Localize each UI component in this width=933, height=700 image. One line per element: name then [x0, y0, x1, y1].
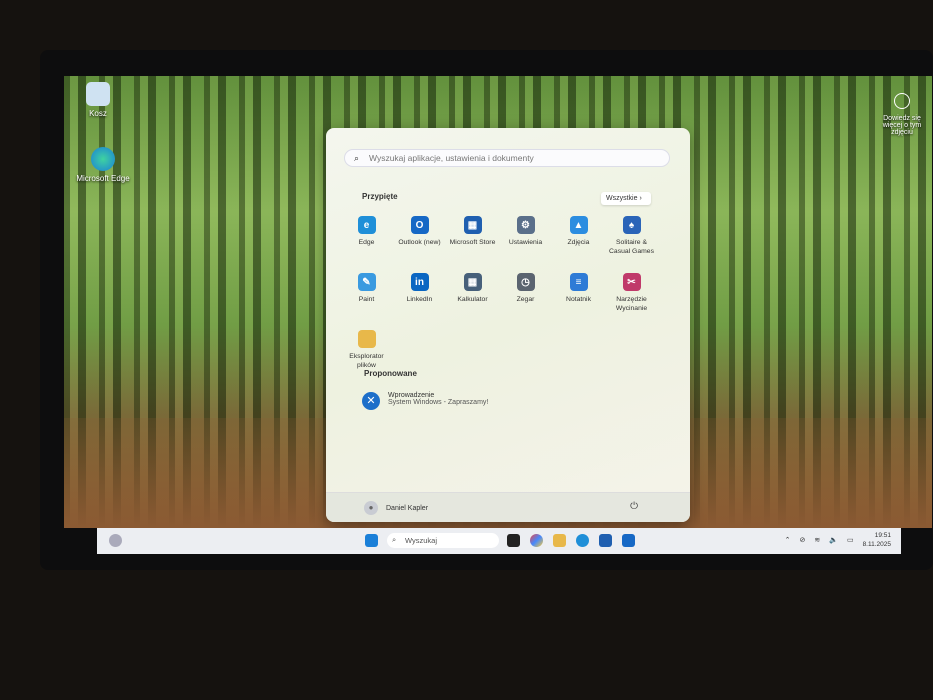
pinned-app-label: Notatnik — [566, 296, 591, 303]
pinned-app-label: Edge — [358, 239, 375, 246]
pinned-app[interactable]: in LinkedIn — [393, 273, 446, 318]
pinned-app-label: Eksplorator plików — [349, 353, 384, 369]
camera-icon — [894, 93, 910, 109]
avatar: ● — [364, 501, 378, 515]
pinned-app[interactable]: e Edge — [340, 216, 393, 261]
pinned-app[interactable]: ⚙ Ustawienia — [499, 216, 552, 261]
task-view-icon[interactable] — [507, 534, 520, 547]
paint-icon: ✎ — [357, 273, 376, 291]
no-sync-icon[interactable]: ⊘ — [799, 536, 805, 544]
pinned-app-label: Outlook (new) — [398, 239, 441, 246]
recommended-item[interactable]: ✕ Wprowadzenie System Windows - Zaprasza… — [362, 392, 488, 410]
taskbar-search-label: Wyszukaj — [405, 536, 438, 545]
desktop-icon-recycle-bin[interactable]: Kosz — [68, 82, 128, 118]
photos-icon: ▲ — [569, 216, 588, 234]
pinned-app-label: LinkedIn — [406, 296, 433, 303]
desktop-icon-label: Kosz — [89, 109, 107, 118]
store-icon[interactable] — [599, 534, 612, 547]
date: 8.11.2025 — [862, 541, 891, 548]
pinned-app[interactable]: ▲ Zdjęcia — [552, 216, 605, 261]
copilot-icon[interactable] — [530, 534, 543, 547]
pinned-app[interactable]: ≡ Notatnik — [552, 273, 605, 318]
calculator-icon: ▦ — [463, 273, 482, 291]
power-button[interactable]: ⏻ — [630, 501, 638, 512]
recommended-title: Wprowadzenie — [388, 392, 435, 399]
outlook-icon: O — [410, 216, 429, 234]
pinned-app[interactable]: ▦ Microsoft Store — [446, 216, 499, 261]
windows-start-icon[interactable] — [365, 534, 378, 547]
pinned-app-label: Ustawienia — [508, 239, 543, 246]
pinned-apps-grid: e Edge O Outlook (new) ▦ Microsoft Store ⚙ Usta… — [340, 216, 676, 375]
battery-icon[interactable]: ▭ — [847, 536, 854, 544]
pinned-app-label: Paint — [358, 296, 375, 303]
linkedin-icon: in — [410, 273, 429, 291]
outlook-icon[interactable] — [622, 534, 635, 547]
search-icon: ⌕ — [392, 535, 397, 544]
taskbar: ⌕ Wyszukaj ⌃ ⊘ ≋ 🔈 ▭ 19:51 8.11.2025 — [97, 528, 901, 554]
pinned-app-label: Zdjęcia — [567, 239, 590, 246]
clock-icon: ◷ — [516, 273, 535, 291]
gear-icon: ⚙ — [516, 216, 535, 234]
all-apps-label: Wszystkie — [606, 195, 638, 202]
pinned-app-label: Kalkulator — [457, 296, 488, 303]
recommended-heading: Proponowane — [364, 369, 417, 378]
system-tray: ⌃ ⊘ ≋ 🔈 ▭ 19:51 8.11.2025 — [785, 531, 891, 549]
pinned-app[interactable]: ♠ Solitaire & Casual Games — [605, 216, 658, 261]
user-account-button[interactable]: ● Daniel Kapler — [364, 501, 428, 515]
wifi-icon[interactable]: ≋ — [814, 536, 820, 544]
store-icon: ▦ — [463, 216, 482, 234]
edge-icon: e — [357, 216, 376, 234]
pinned-app[interactable]: ▦ Kalkulator — [446, 273, 499, 318]
user-name: Daniel Kapler — [386, 504, 429, 512]
pinned-app[interactable]: ✂ Narzędzie Wycinanie — [605, 273, 658, 318]
edge-icon[interactable] — [576, 534, 589, 547]
pinned-app[interactable]: ✎ Paint — [340, 273, 393, 318]
search-placeholder: Wyszukaj aplikacje, ustawienia i dokumen… — [369, 153, 534, 163]
pinned-app[interactable]: O Outlook (new) — [393, 216, 446, 261]
pinned-app[interactable]: ◷ Zegar — [499, 273, 552, 318]
get-started-icon: ✕ — [362, 392, 380, 410]
all-apps-button[interactable]: Wszystkie › — [601, 192, 651, 205]
recycle-bin-icon — [86, 82, 110, 106]
start-footer: ● Daniel Kapler ⏻ — [326, 492, 690, 522]
desktop-icon-label: Microsoft Edge — [76, 174, 130, 183]
edge-icon — [91, 147, 115, 171]
snipping-tool-icon: ✂ — [622, 273, 641, 291]
notepad-icon: ≡ — [569, 273, 588, 291]
desktop-icon-edge[interactable]: Microsoft Edge — [73, 147, 133, 183]
start-search-input[interactable]: ⌕ Wyszukaj aplikacje, ustawienia i dokum… — [344, 149, 670, 167]
start-menu: ⌕ Wyszukaj aplikacje, ustawienia i dokum… — [326, 128, 690, 522]
pinned-app-label: Narzędzie Wycinanie — [615, 296, 648, 312]
clock[interactable]: 19:51 8.11.2025 — [863, 531, 891, 549]
weather-icon[interactable] — [109, 534, 122, 547]
learn-more-photo[interactable]: Dowiedz się więcej o tym zdjęciu — [873, 93, 931, 136]
file-explorer-icon[interactable] — [553, 534, 566, 547]
learn-more-label: Dowiedz się więcej o tym zdjęciu — [882, 115, 922, 136]
pinned-heading: Przypięte — [362, 192, 398, 201]
volume-icon[interactable]: 🔈 — [829, 536, 838, 544]
taskbar-search[interactable]: ⌕ Wyszukaj — [387, 533, 499, 548]
solitaire-icon: ♠ — [622, 216, 641, 234]
time: 19:51 — [874, 532, 891, 539]
pinned-app-label: Solitaire & Casual Games — [609, 239, 654, 255]
pinned-app-label: Zegar — [516, 296, 535, 303]
chevron-up-icon[interactable]: ⌃ — [785, 536, 791, 544]
search-icon: ⌕ — [354, 153, 360, 163]
recommended-subtitle: System Windows - Zapraszamy! — [388, 399, 489, 406]
pinned-app-label: Microsoft Store — [449, 239, 496, 246]
folder-icon — [357, 330, 376, 348]
